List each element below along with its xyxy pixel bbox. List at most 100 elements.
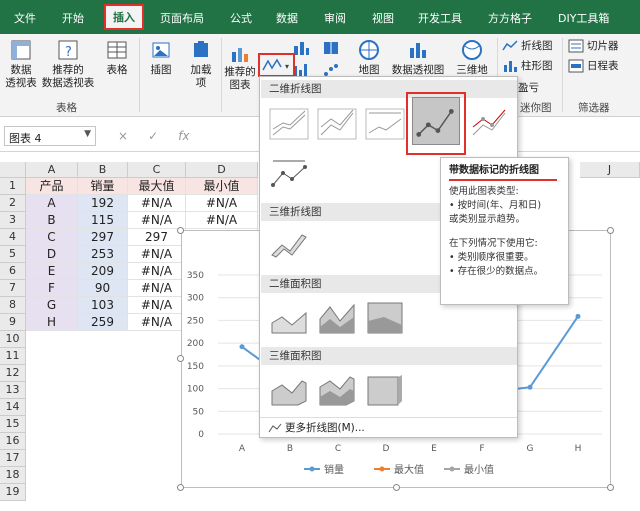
pivot-table-button[interactable]: 数据 透视表 [4, 38, 38, 90]
table-cell[interactable]: 最大值 [128, 178, 186, 195]
table-cell[interactable]: G [26, 297, 78, 314]
resize-handle[interactable] [607, 227, 614, 234]
tab-review[interactable]: 审阅 [324, 10, 346, 26]
table-cell[interactable]: A [26, 195, 78, 212]
3d-area-option[interactable] [268, 371, 310, 409]
table-cell[interactable]: 259 [78, 314, 128, 331]
table-cell[interactable]: #N/A [128, 212, 186, 229]
name-box[interactable]: 图表 4 ▼ [4, 126, 96, 146]
table-cell[interactable]: #N/A [128, 195, 186, 212]
column-header-b[interactable]: B [78, 162, 128, 178]
tab-formulas[interactable]: 公式 [230, 10, 252, 26]
area-option[interactable] [268, 299, 310, 337]
column-header-d[interactable]: D [186, 162, 258, 178]
illustrations-button[interactable]: 插图 [144, 38, 178, 77]
table-cell[interactable]: D [26, 246, 78, 263]
column-header-a[interactable]: A [26, 162, 78, 178]
slicer-button[interactable]: 切片器 [568, 38, 619, 53]
table-cell[interactable]: 192 [78, 195, 128, 212]
table-cell[interactable]: #N/A [128, 263, 186, 280]
row-header[interactable]: 9 [0, 314, 26, 331]
3d-map-button[interactable]: 三维地 [452, 38, 492, 77]
100-stacked-line-option[interactable] [364, 105, 406, 143]
table-cell[interactable]: H [26, 314, 78, 331]
row-header[interactable]: 7 [0, 280, 26, 297]
hierarchy-chart-button[interactable] [322, 40, 340, 56]
stacked-line-markers-option[interactable] [468, 105, 510, 143]
column-header-j[interactable]: J [580, 162, 640, 178]
stacked-area-option[interactable] [316, 299, 358, 337]
row-header[interactable]: 10 [0, 331, 26, 348]
tab-home[interactable]: 开始 [62, 10, 84, 26]
table-cell[interactable]: 90 [78, 280, 128, 297]
recommended-charts-button[interactable]: 推荐的 图表 [222, 44, 258, 92]
row-header[interactable]: 16 [0, 433, 26, 450]
maps-button[interactable]: 地图 [352, 38, 386, 77]
pivot-chart-button[interactable]: 数据透视图 [388, 38, 448, 77]
row-header[interactable]: 17 [0, 450, 26, 467]
100-line-markers-option[interactable] [268, 155, 310, 193]
100-stacked-area-option[interactable] [364, 299, 406, 337]
row-header[interactable]: 14 [0, 399, 26, 416]
select-all-corner[interactable] [0, 162, 26, 178]
more-line-charts-link[interactable]: 更多折线图(M)... [268, 420, 365, 435]
row-header[interactable]: 19 [0, 484, 26, 501]
sparkline-line-button[interactable]: 折线图 [502, 38, 553, 53]
table-cell[interactable]: #N/A [128, 280, 186, 297]
table-button[interactable]: 表格 [100, 38, 134, 77]
table-cell[interactable]: #N/A [186, 195, 258, 212]
tab-view[interactable]: 视图 [372, 10, 394, 26]
tab-data[interactable]: 数据 [276, 10, 298, 26]
chevron-down-icon[interactable]: ▼ [84, 129, 91, 139]
resize-handle[interactable] [177, 484, 184, 491]
row-header[interactable]: 15 [0, 416, 26, 433]
tab-insert[interactable]: 插入 [104, 4, 144, 30]
row-header[interactable]: 8 [0, 297, 26, 314]
sparkline-winloss-button[interactable]: 盈亏 [518, 80, 539, 95]
3d-line-option[interactable] [268, 227, 310, 265]
table-cell[interactable]: C [26, 229, 78, 246]
sparkline-column-button[interactable]: 柱形图 [502, 58, 553, 73]
table-cell[interactable]: 最小值 [186, 178, 258, 195]
row-header[interactable]: 6 [0, 263, 26, 280]
fx-icon[interactable]: fx [178, 129, 189, 143]
row-header[interactable]: 4 [0, 229, 26, 246]
line-chart-button[interactable]: ▾ [258, 53, 295, 77]
row-header[interactable]: 2 [0, 195, 26, 212]
column-header-c[interactable]: C [128, 162, 186, 178]
table-cell[interactable]: #N/A [128, 246, 186, 263]
resize-handle[interactable] [393, 484, 400, 491]
table-cell[interactable]: 103 [78, 297, 128, 314]
table-cell[interactable]: #N/A [186, 212, 258, 229]
row-header[interactable]: 11 [0, 348, 26, 365]
table-cell[interactable]: 209 [78, 263, 128, 280]
tab-developer[interactable]: 开发工具 [418, 10, 462, 26]
row-header[interactable]: 12 [0, 365, 26, 382]
enter-icon[interactable]: ✓ [148, 129, 158, 143]
row-header[interactable]: 13 [0, 382, 26, 399]
tab-fangfang[interactable]: 方方格子 [488, 10, 532, 26]
line-chart-option[interactable] [268, 105, 310, 143]
3d-stacked-area-option[interactable] [316, 371, 358, 409]
row-header[interactable]: 18 [0, 467, 26, 484]
table-cell[interactable]: 253 [78, 246, 128, 263]
table-cell[interactable]: B [26, 212, 78, 229]
resize-handle[interactable] [607, 484, 614, 491]
cancel-icon[interactable]: × [118, 129, 128, 143]
stacked-line-option[interactable] [316, 105, 358, 143]
table-cell[interactable]: 销量 [78, 178, 128, 195]
addins-button[interactable]: 加载 项 [184, 38, 218, 90]
table-cell[interactable]: 297 [78, 229, 128, 246]
tab-page-layout[interactable]: 页面布局 [160, 10, 204, 26]
tab-file[interactable]: 文件 [14, 10, 36, 26]
tab-diy-toolbox[interactable]: DIY工具箱 [558, 10, 609, 26]
recommended-pivot-button[interactable]: ? 推荐的 数据透视表 [40, 38, 96, 90]
row-header[interactable]: 3 [0, 212, 26, 229]
table-cell[interactable]: E [26, 263, 78, 280]
resize-handle[interactable] [177, 355, 184, 362]
table-cell[interactable]: #N/A [128, 314, 186, 331]
table-cell[interactable]: 115 [78, 212, 128, 229]
resize-handle[interactable] [177, 227, 184, 234]
timeline-button[interactable]: 日程表 [568, 58, 619, 73]
table-cell[interactable]: 产品 [26, 178, 78, 195]
